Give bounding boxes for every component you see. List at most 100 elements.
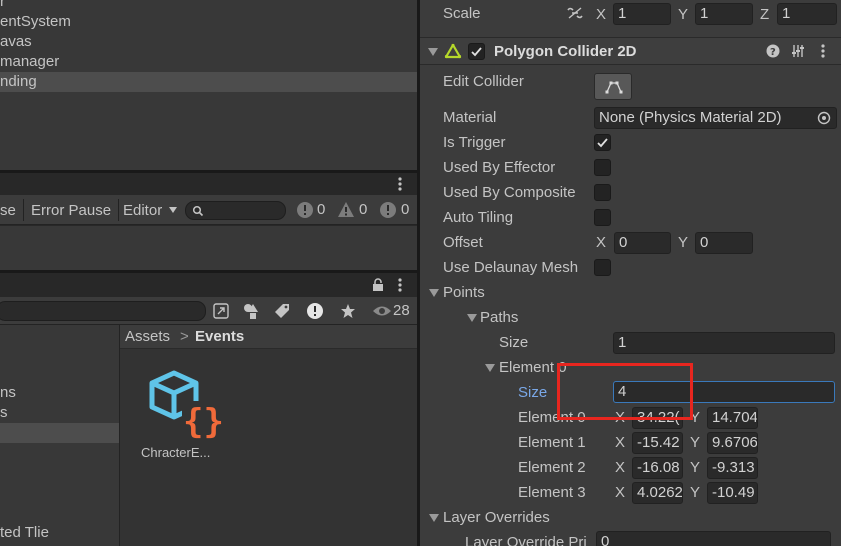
used-by-composite-checkbox[interactable] [594, 184, 611, 201]
points-label[interactable]: Points [443, 283, 485, 303]
offset-x-label[interactable]: X [596, 233, 606, 253]
point-element-label[interactable]: Element 1 [518, 433, 586, 453]
hierarchy-item[interactable]: entSystem [0, 12, 417, 32]
filter-by-label-icon[interactable] [271, 300, 293, 322]
folder-tree-item[interactable]: ns [0, 383, 16, 403]
used-by-effector-label: Used By Effector [443, 159, 556, 176]
scale-x-field[interactable]: 1 [613, 3, 671, 25]
layer-override-priority-field[interactable]: 0 [596, 531, 831, 546]
console-more-icon[interactable] [392, 175, 408, 193]
offset-x-field[interactable]: 0 [614, 232, 671, 254]
hierarchy-item[interactable]: r [0, 0, 417, 12]
console-log-area [0, 226, 417, 270]
search-by-scene-icon[interactable] [210, 300, 232, 322]
point-y-label[interactable]: Y [690, 458, 700, 478]
paths-label[interactable]: Paths [480, 308, 518, 328]
point-y-field[interactable]: 14.704 [707, 407, 758, 429]
breadcrumb-current[interactable]: Events [195, 327, 244, 347]
material-field[interactable]: None (Physics Material 2D) [594, 107, 837, 129]
chevron-down-icon [169, 207, 178, 213]
log-count: 0 [317, 201, 326, 218]
project-more-icon[interactable] [392, 276, 408, 294]
editor-dropdown[interactable]: Editor [123, 201, 178, 221]
point-x-label[interactable]: X [615, 483, 625, 503]
hierarchy-item-selected[interactable]: nding [0, 72, 417, 92]
project-content: Assets > Events {} ChracterE... [120, 325, 417, 546]
point-x-label[interactable]: X [615, 458, 625, 478]
lock-icon[interactable] [370, 276, 386, 294]
visibility-toggle[interactable]: 28 [368, 300, 416, 322]
offset-y-label[interactable]: Y [678, 233, 688, 253]
use-delaunay-label: Use Delaunay Mesh [443, 259, 579, 276]
offset-label: Offset [443, 234, 483, 251]
project-search-input[interactable] [0, 301, 206, 321]
hierarchy-item-label: manager [0, 53, 60, 70]
error-pause-button[interactable]: Error Pause [31, 201, 111, 221]
svg-text:?: ? [770, 47, 776, 58]
offset-y-field[interactable]: 0 [695, 232, 753, 254]
use-delaunay-checkbox[interactable] [594, 259, 611, 276]
inspector-panel: Scale X 1 Y 1 Z 1 Polygon Collider 2D ? … [420, 0, 841, 546]
svg-text:{}: {} [183, 402, 222, 439]
object-picker-icon[interactable] [817, 111, 831, 129]
warning-filter-toggle[interactable]: 0 [334, 199, 374, 221]
project-tabbar [0, 273, 417, 297]
point-element-label[interactable]: Element 2 [518, 458, 586, 478]
scale-z-field[interactable]: 1 [777, 3, 837, 25]
used-by-composite-label: Used By Composite [443, 184, 576, 201]
layer-overrides-label[interactable]: Layer Overrides [443, 508, 550, 528]
folder-tree-item[interactable]: ted Tlie [0, 523, 49, 543]
visible-count: 28 [393, 302, 410, 319]
folder-tree-item[interactable]: s [0, 403, 8, 423]
used-by-effector-checkbox[interactable] [594, 159, 611, 176]
hierarchy-item[interactable]: manager [0, 52, 417, 72]
favorites-star-icon[interactable] [337, 300, 359, 322]
point-y-label[interactable]: Y [690, 433, 700, 453]
help-icon[interactable]: ? [766, 44, 780, 62]
presets-icon[interactable] [791, 44, 805, 62]
point-y-field[interactable]: -9.313 [707, 457, 758, 479]
point-y-label[interactable]: Y [690, 483, 700, 503]
point-x-field[interactable]: -16.08 [632, 457, 683, 479]
points-foldout-arrow-icon[interactable] [429, 289, 439, 297]
scale-x-label[interactable]: X [596, 5, 606, 25]
asset-tile[interactable]: {} ChracterE... [136, 365, 226, 465]
component-header[interactable]: Polygon Collider 2D ? [420, 37, 841, 65]
edit-collider-button[interactable] [594, 73, 632, 100]
collapse-button[interactable]: se [0, 201, 16, 221]
element0-foldout-arrow-icon[interactable] [485, 364, 495, 372]
point-x-field[interactable]: 4.0262 [632, 482, 683, 504]
point-element-label[interactable]: Element 3 [518, 483, 586, 503]
warning-count: 0 [359, 201, 368, 218]
point-x-label[interactable]: X [615, 433, 625, 453]
log-filter-toggle[interactable]: 0 [292, 199, 332, 221]
paths-foldout-arrow-icon[interactable] [467, 314, 477, 322]
filter-by-log-type-icon[interactable] [304, 300, 326, 322]
auto-tiling-checkbox[interactable] [594, 209, 611, 226]
toolbar-separator [118, 199, 119, 221]
breadcrumb-root[interactable]: Assets [125, 327, 170, 347]
error-filter-toggle[interactable]: 0 [376, 199, 416, 221]
hierarchy-item-label: r [0, 0, 5, 10]
constrain-proportions-icon[interactable] [566, 6, 584, 24]
filter-by-type-icon[interactable] [240, 300, 262, 322]
folder-tree-item-selected[interactable] [0, 423, 119, 443]
console-tabbar [0, 173, 417, 195]
console-search-input[interactable] [185, 201, 286, 220]
scale-y-field[interactable]: 1 [695, 3, 753, 25]
scale-z-label[interactable]: Z [760, 5, 769, 25]
layer-overrides-foldout-arrow-icon[interactable] [429, 514, 439, 522]
paths-size-field[interactable]: 1 [613, 332, 835, 354]
point-y-field[interactable]: 9.6706 [707, 432, 758, 454]
eye-icon [372, 304, 392, 322]
component-more-icon[interactable] [821, 44, 825, 62]
scale-label: Scale [443, 5, 481, 22]
project-folder-tree: ns s ted Tlie [0, 325, 120, 546]
component-enabled-checkbox[interactable] [468, 43, 485, 60]
is-trigger-checkbox[interactable] [594, 134, 611, 151]
point-x-field[interactable]: -15.42 [632, 432, 683, 454]
scale-y-label[interactable]: Y [678, 5, 688, 25]
hierarchy-item[interactable]: avas [0, 32, 417, 52]
point-y-field[interactable]: -10.49 [707, 482, 758, 504]
foldout-arrow-icon[interactable] [428, 48, 438, 56]
